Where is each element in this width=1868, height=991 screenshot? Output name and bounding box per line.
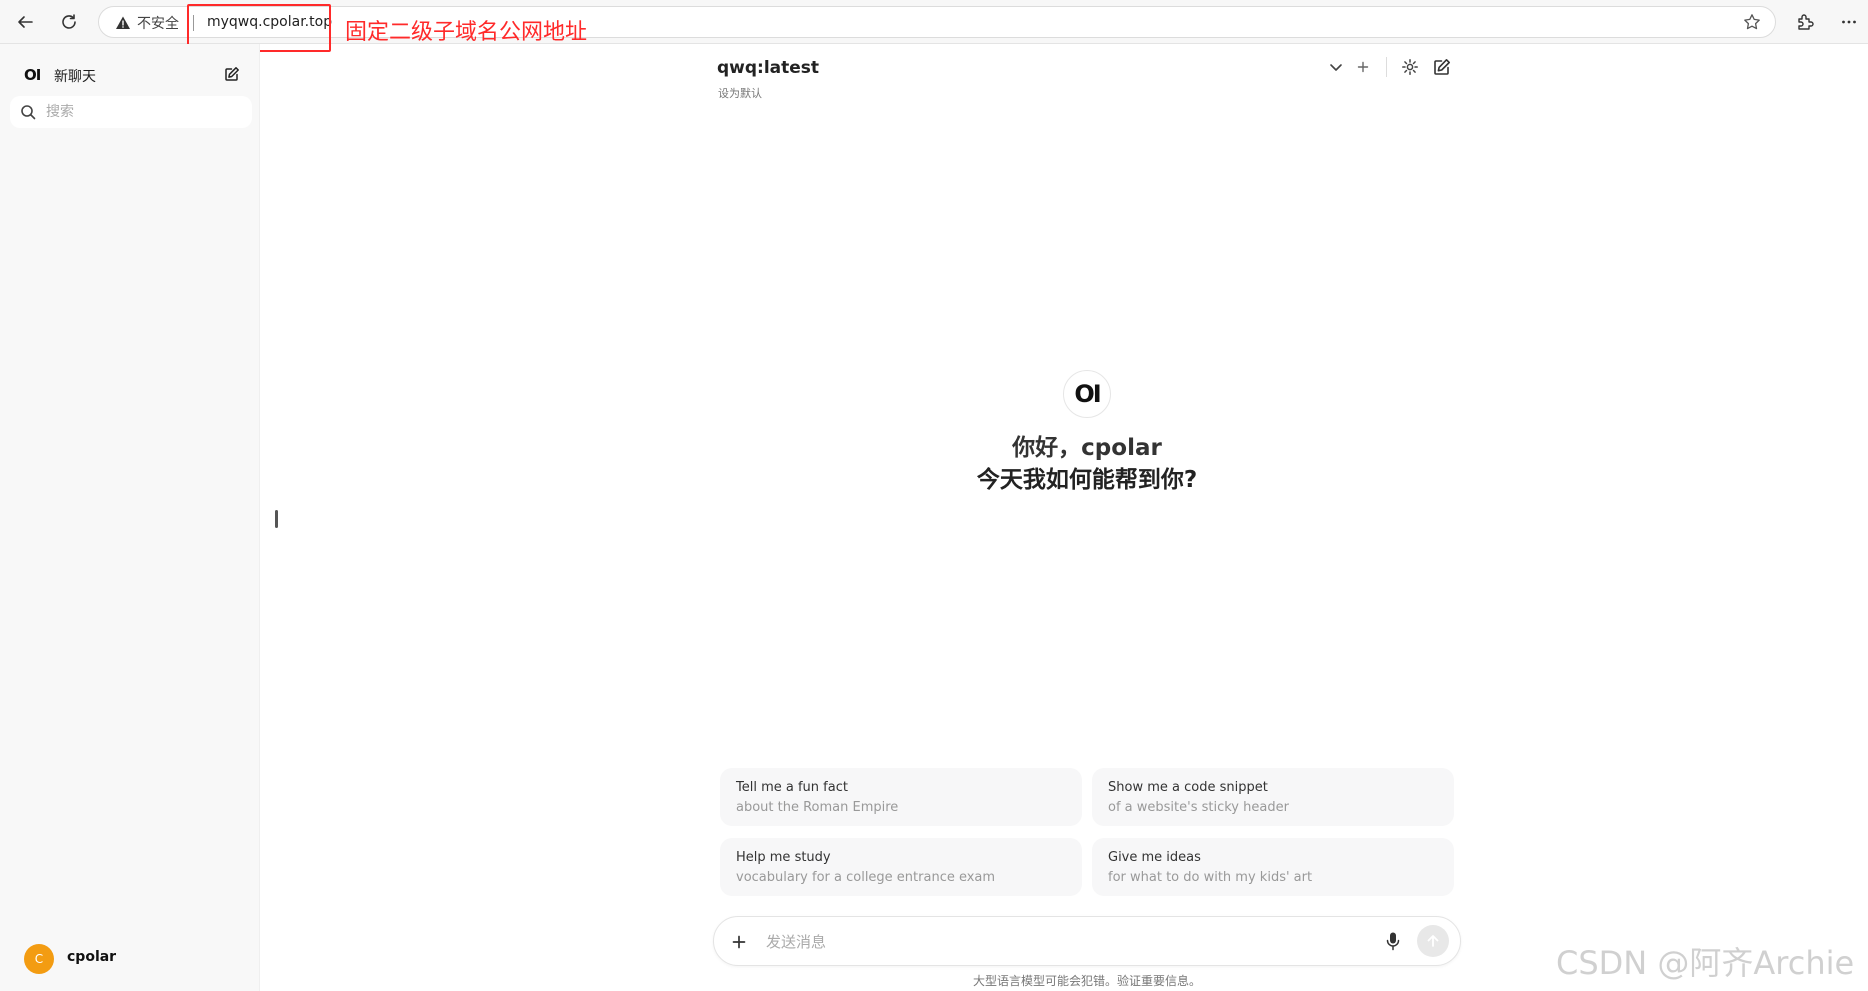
watermark: CSDN @阿齐Archie [1556,944,1855,982]
extensions-button[interactable] [1790,8,1820,36]
arrow-up-icon [1425,933,1441,949]
suggestion-title: Show me a code snippet [1108,780,1268,795]
send-button[interactable] [1417,925,1449,957]
search-input[interactable] [46,102,242,122]
suggestion-title: Help me study [736,850,831,865]
model-dropdown-button[interactable] [1327,58,1345,76]
new-chat-button[interactable]: OI 新聊天 [12,58,248,92]
sidebar: OI 新聊天 C cpolar [0,44,260,991]
welcome-logo: OI [1063,370,1111,418]
sidebar-search[interactable] [10,96,252,128]
chevron-down-icon [1327,58,1345,76]
suggestion-subtitle: of a website's sticky header [1108,800,1289,815]
message-input[interactable] [766,931,1326,953]
suggestion-subtitle: vocabulary for a college entrance exam [736,870,996,885]
user-name: cpolar [67,949,117,965]
suggestion-card[interactable]: Show me a code snippet of a website's st… [1092,768,1454,826]
plus-icon [1354,58,1372,76]
message-composer [713,916,1461,966]
header-divider [1386,57,1387,77]
edit-icon [224,66,240,82]
new-chat-label: 新聊天 [54,69,96,85]
attach-button[interactable] [724,927,754,957]
more-menu-button[interactable] [1834,8,1864,36]
microphone-icon [1384,931,1402,951]
suggestion-card[interactable]: Give me ideas for what to do with my kid… [1092,838,1454,896]
warning-icon [115,15,131,31]
user-menu[interactable]: C cpolar [12,938,248,978]
puzzle-icon [1796,13,1814,31]
bookmark-button[interactable] [1743,13,1761,31]
plus-icon [730,933,748,951]
insecure-label: 不安全 [137,16,179,32]
suggestion-subtitle: about the Roman Empire [736,800,899,815]
back-button[interactable] [10,8,40,36]
url-annotation: 固定二级子域名公网地址 [345,20,588,45]
add-model-button[interactable] [1354,58,1372,76]
set-default-link[interactable]: 设为默认 [718,85,762,101]
sidebar-resize-handle[interactable] [275,510,278,528]
edit-icon [1433,58,1451,76]
help-prompt-text: 今天我如何能帮到你? [976,467,1198,493]
greeting-text: 你好，cpolar [1012,435,1162,461]
ellipsis-icon [1840,13,1858,31]
suggestion-title: Tell me a fun fact [736,780,848,795]
gear-icon [1401,58,1419,76]
suggestion-card[interactable]: Help me study vocabulary for a college e… [720,838,1082,896]
insecure-indicator[interactable]: 不安全 [115,13,179,33]
settings-button[interactable] [1401,58,1419,76]
star-icon [1743,13,1761,31]
suggestion-subtitle: for what to do with my kids' art [1108,870,1313,885]
reload-button[interactable] [54,8,84,36]
new-chat-header-button[interactable] [1433,58,1451,76]
search-icon [20,104,36,120]
disclaimer-text: 大型语言模型可能会犯错。验证重要信息。 [972,974,1201,988]
voice-input-button[interactable] [1384,931,1402,951]
model-selector[interactable]: qwq:latest [717,58,819,78]
suggestion-title: Give me ideas [1108,850,1201,865]
arrow-left-icon [16,13,34,31]
reload-icon [60,13,78,31]
app-logo: OI [24,66,41,84]
suggestion-card[interactable]: Tell me a fun fact about the Roman Empir… [720,768,1082,826]
avatar: C [24,944,54,974]
